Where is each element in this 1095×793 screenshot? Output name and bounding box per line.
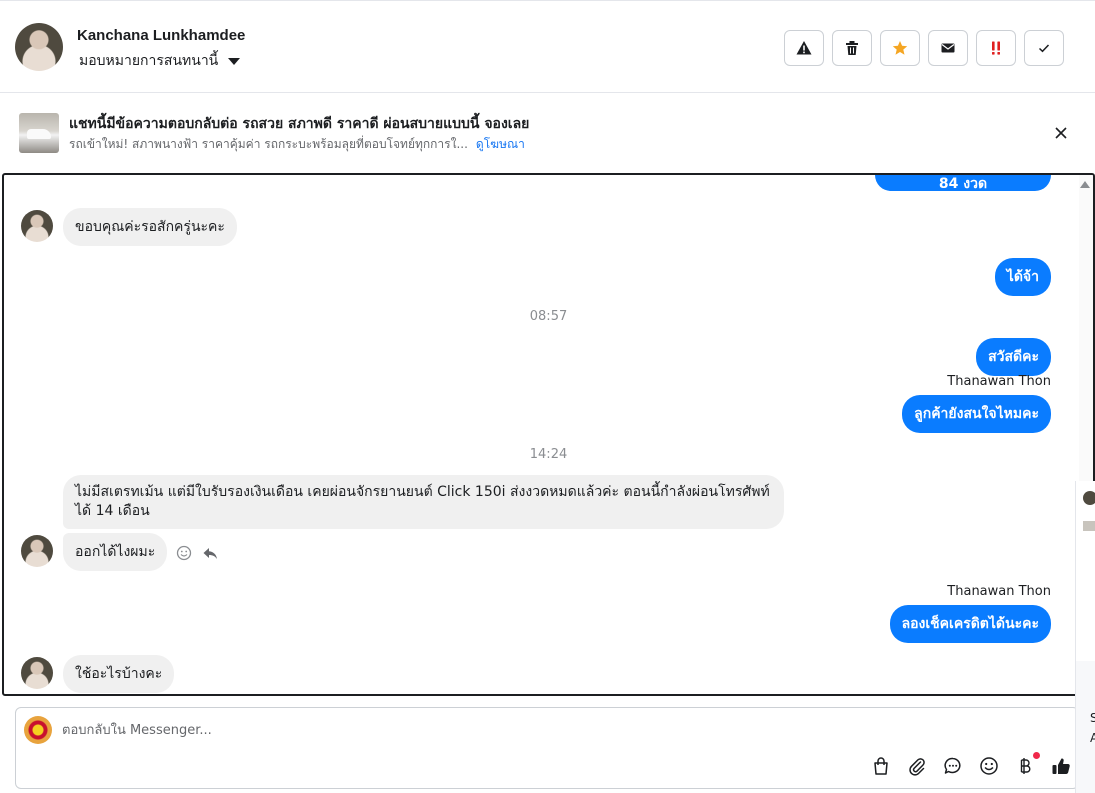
payment-button[interactable]: [1015, 752, 1040, 776]
report-spam-button[interactable]: [784, 30, 824, 66]
page-avatar: [24, 716, 52, 744]
outgoing-message[interactable]: ลองเช็คเครดิตได้นะคะ: [889, 605, 1051, 643]
notification-dot: [1033, 752, 1040, 759]
mark-unread-button[interactable]: [928, 30, 968, 66]
like-button[interactable]: [1051, 756, 1071, 776]
ad-thumbnail[interactable]: [19, 113, 59, 153]
incoming-message[interactable]: ใช้อะไรบ้างคะ: [63, 655, 175, 693]
assign-conversation-dropdown[interactable]: มอบหมายการสนทนานี้: [79, 50, 241, 72]
outgoing-message[interactable]: ลูกค้ายังสนใจไหมคะ: [902, 395, 1051, 433]
done-button[interactable]: [1024, 30, 1064, 66]
close-icon[interactable]: [1051, 123, 1071, 143]
assign-label: มอบหมายการสนทนานี้: [79, 53, 219, 69]
double-exclamation-icon: [992, 41, 1000, 55]
header-actions: [784, 30, 1064, 66]
outgoing-message[interactable]: ได้จ้า: [994, 258, 1051, 296]
ad-subtitle-row: รถเข้าใหม่! สภาพนางฟ้า ราคาคุ้มค่า รถกระ…: [69, 135, 525, 154]
shop-button[interactable]: [871, 756, 891, 776]
conversation-view: Kanchana Lunkhamdee มอบหมายการสนทนานี้ แ…: [0, 0, 1095, 793]
side-panel-avatar[interactable]: [1083, 491, 1095, 505]
sender-avatar[interactable]: [21, 210, 53, 242]
side-panel-thumbnail[interactable]: [1083, 521, 1095, 531]
reply-input[interactable]: [62, 718, 962, 742]
thumbs-up-icon: [1052, 758, 1070, 774]
ad-subtitle: รถเข้าใหม่! สภาพนางฟ้า ราคาคุ้มค่า รถกระ…: [69, 137, 468, 151]
incoming-message[interactable]: ไม่มีสเตรทเม้น แต่มีใบรับรองเงินเดือน เค…: [63, 475, 784, 529]
attach-button[interactable]: [907, 756, 927, 776]
sender-name: Thanawan Thon: [947, 584, 1051, 599]
checkmark-icon: [1038, 44, 1050, 53]
trash-icon: [846, 41, 858, 55]
outgoing-message[interactable]: 84 งวด: [875, 175, 1051, 192]
paperclip-icon: [909, 758, 925, 776]
saved-replies-button[interactable]: [943, 756, 963, 776]
star-icon: [892, 41, 908, 55]
scroll-up-arrow-icon[interactable]: [1080, 181, 1090, 188]
envelope-icon: [941, 43, 955, 53]
warning-icon: [796, 41, 812, 55]
incoming-message[interactable]: ออกได้ไงผมะ: [63, 533, 168, 571]
chat-bubble-icon: [944, 757, 961, 774]
emoji-button[interactable]: [979, 756, 999, 776]
important-button[interactable]: [976, 30, 1016, 66]
star-button[interactable]: [880, 30, 920, 66]
delete-button[interactable]: [832, 30, 872, 66]
emoji-icon: [980, 757, 998, 775]
contact-name[interactable]: Kanchana Lunkhamdee: [77, 27, 245, 44]
message-composer: [15, 707, 1079, 789]
composer-tools: [871, 752, 1071, 776]
sender-name: Thanawan Thon: [947, 374, 1051, 389]
contact-avatar[interactable]: [15, 23, 63, 71]
side-panel: S A: [1075, 481, 1095, 793]
message-timestamp: 14:24: [529, 447, 568, 462]
ad-title: แชทนี้มีข้อความตอบกลับต่อ รถสวย สภาพดี ร…: [69, 116, 530, 132]
view-ad-link[interactable]: ดูโฆษณา: [476, 135, 525, 154]
message-thread[interactable]: 84 งวด ขอบคุณค่ะรอสักครู่นะคะ ได้จ้า 08:…: [2, 173, 1095, 696]
shopping-bag-icon: [874, 757, 888, 775]
sender-avatar[interactable]: [21, 657, 53, 689]
side-panel-text: A: [1090, 731, 1095, 745]
side-panel-section: S A: [1076, 661, 1095, 793]
reply-icon[interactable]: [202, 545, 218, 561]
side-panel-text: S: [1090, 711, 1095, 725]
message-timestamp: 08:57: [529, 309, 568, 324]
emoji-react-icon[interactable]: [176, 545, 192, 561]
outgoing-message[interactable]: สวัสดีคะ: [976, 338, 1051, 376]
message-tools: [176, 545, 218, 561]
conversation-header: Kanchana Lunkhamdee มอบหมายการสนทนานี้: [0, 1, 1095, 93]
caret-down-icon: [228, 57, 241, 65]
sender-avatar[interactable]: [21, 535, 53, 567]
ad-reply-banner: แชทนี้มีข้อความตอบกลับต่อ รถสวย สภาพดี ร…: [0, 93, 1095, 173]
incoming-message[interactable]: ขอบคุณค่ะรอสักครู่นะคะ: [63, 208, 237, 246]
baht-icon: [1020, 758, 1031, 774]
